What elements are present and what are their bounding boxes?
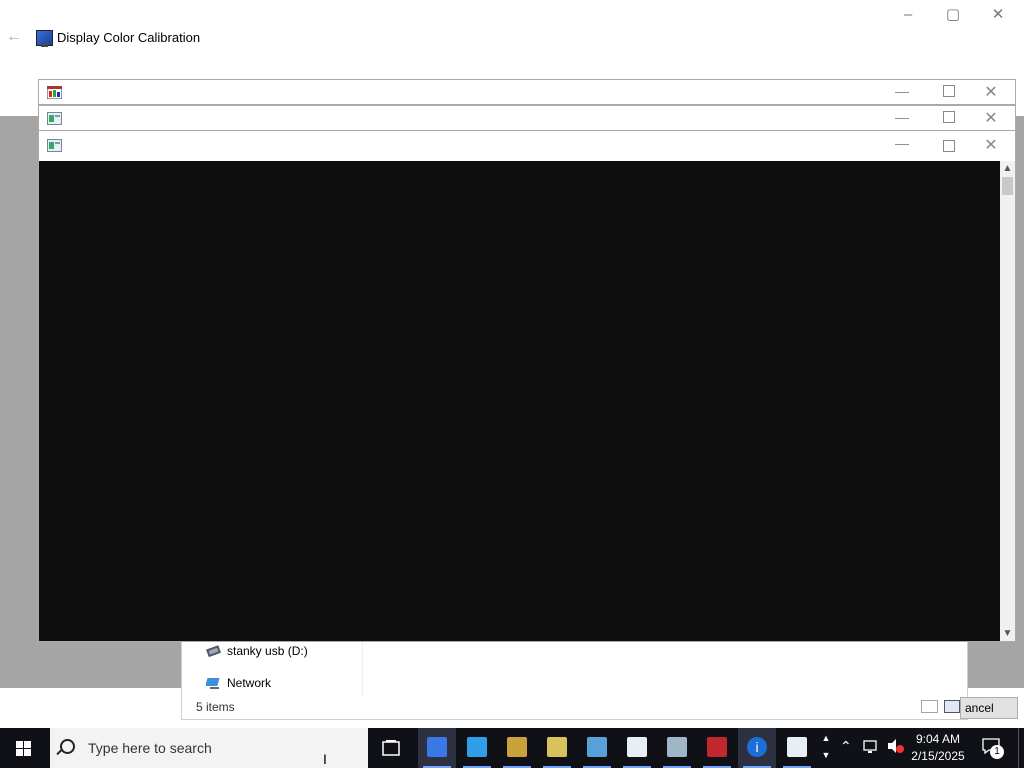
printer-app-icon [667,737,687,757]
search-box[interactable]: Type here to search I [50,728,368,768]
scroll-up-icon[interactable]: ▲ [1000,161,1015,176]
vertical-scrollbar[interactable]: ▲ ▼ [1000,161,1015,641]
cancel-button[interactable]: ancel [960,697,1018,719]
search-icon [60,739,75,754]
clock-time: 9:04 AM [915,732,961,746]
large-icons-view-icon[interactable] [944,700,960,713]
windows-update-app-icon [467,737,487,757]
taskbar-window-app[interactable] [578,728,616,768]
file-explorer-pane: stanky usb (D:) Network 5 items [181,640,968,720]
show-hidden-icons-icon[interactable]: ⌃ [840,738,852,755]
stacked-window-2[interactable]: — ✕ [38,105,1016,131]
windows-logo-icon [16,741,32,756]
volume-muted-icon[interactable] [886,738,904,757]
image-app-icon [46,86,63,100]
window-app-icon [47,139,62,152]
info-app-icon: i [747,737,767,757]
task-view-icon[interactable] [380,738,402,760]
close-button[interactable]: ✕ [984,6,1012,24]
taskbar-window-app-2[interactable] [778,728,816,768]
paint-app-icon [507,737,527,757]
back-arrow-icon[interactable]: ← [6,28,22,46]
taskbar-printer-app[interactable] [658,728,696,768]
minimize-button[interactable]: — [893,135,911,151]
window-app-icon [587,737,607,757]
taskbar-notepad-app[interactable] [618,728,656,768]
nav-item-usb-drive[interactable]: stanky usb (D:) [227,644,308,658]
taskbar-scroll-arrows[interactable]: ▲ ▼ [820,730,832,764]
window-title: Display Color Calibration [57,30,201,45]
close-button[interactable]: ✕ [983,82,999,102]
taskbar-info-app[interactable]: i [738,728,776,768]
black-content-area [39,161,1000,641]
maximize-button[interactable] [943,140,955,152]
clock[interactable]: 9:04 AM 2/15/2025 [908,731,968,765]
status-item-count: 5 items [196,700,235,714]
scroll-thumb[interactable] [1002,177,1013,195]
pencil-app-icon [547,737,567,757]
display-calibration-icon [36,30,53,47]
taskbar-windows-update-app[interactable] [458,728,496,768]
taskbar-display-calibration-app[interactable] [418,728,456,768]
minimize-button[interactable]: – [894,6,922,24]
window-header: – ▢ ✕ ← Display Color Calibration [0,0,1024,78]
scroll-down-icon[interactable]: ▼ [1000,626,1015,641]
maximize-button[interactable] [943,85,955,97]
usb-drive-icon [206,644,222,658]
taskbar: Type here to search I i ▲ ▼ ⌃ 9:04 AM 2/1… [0,728,1024,768]
network-icon [205,676,222,690]
pane-divider [362,641,363,697]
network-tray-icon[interactable] [862,738,880,757]
nav-item-network[interactable]: Network [227,676,271,690]
front-window[interactable]: — ✕ ▲ ▼ [38,130,1016,642]
stacked-window-1[interactable]: — ✕ [38,79,1016,105]
taskbar-paint-app[interactable] [498,728,536,768]
close-button[interactable]: ✕ [983,108,999,128]
maximize-button[interactable] [943,111,955,123]
taskbar-toolbox-app[interactable] [698,728,736,768]
window-app-2-icon [787,737,807,757]
notepad-app-icon [627,737,647,757]
text-cursor-icon: I [323,751,327,767]
toolbox-app-icon [707,737,727,757]
clock-date: 2/15/2025 [911,749,965,763]
show-desktop-button[interactable] [1018,728,1019,768]
minimize-button[interactable]: — [893,109,911,125]
search-placeholder: Type here to search [88,740,212,756]
taskbar-pencil-app[interactable] [538,728,576,768]
notification-badge: 1 [990,745,1004,759]
close-button[interactable]: ✕ [983,135,999,155]
maximize-button[interactable]: ▢ [939,6,967,24]
window-app-icon [47,112,62,125]
minimize-button[interactable]: — [893,83,911,99]
display-calibration-app-icon [427,737,447,757]
details-view-icon[interactable] [921,700,938,713]
start-button[interactable] [0,728,48,768]
